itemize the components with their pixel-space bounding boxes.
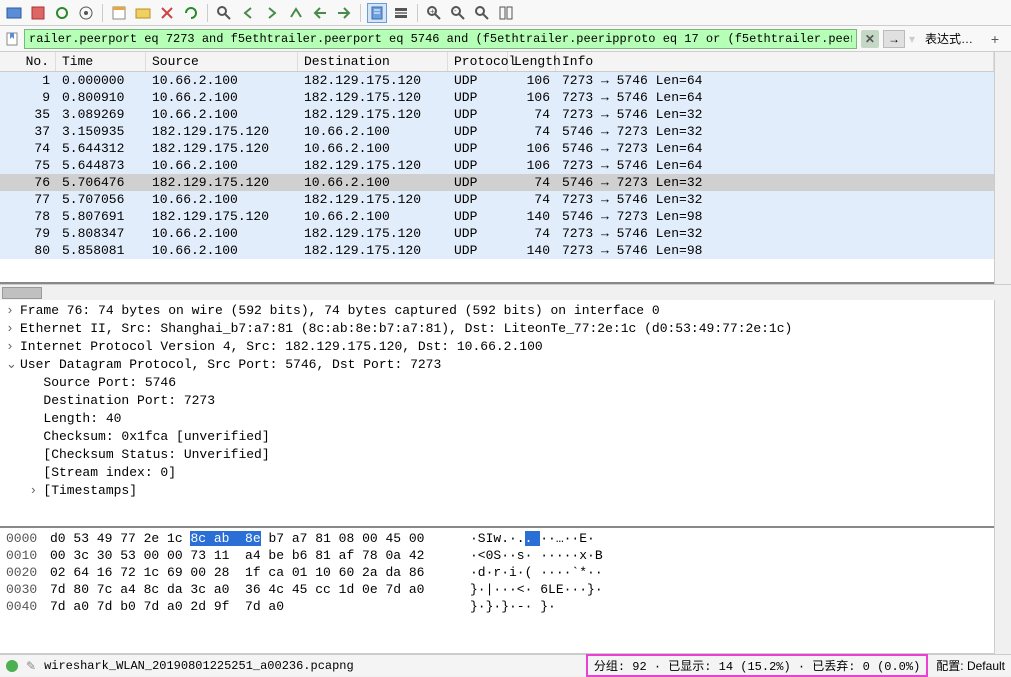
hex-row[interactable]: 002002 64 16 72 1c 69 00 28 1f ca 01 10 … — [0, 564, 994, 581]
tb-autoscroll-icon[interactable] — [367, 3, 387, 23]
tb-zoomout-icon[interactable]: - — [448, 3, 468, 23]
table-row[interactable]: 90.80091010.66.2.100182.129.175.120UDP10… — [0, 89, 994, 106]
profile-label[interactable]: 配置: Default — [936, 657, 1005, 674]
tb-options-icon[interactable] — [76, 3, 96, 23]
tb-reload-icon[interactable] — [181, 3, 201, 23]
expert-info-icon[interactable] — [6, 660, 18, 672]
col-info[interactable]: Info — [556, 52, 994, 71]
tb-goto-icon[interactable] — [286, 3, 306, 23]
tree-item[interactable]: ›Internet Protocol Version 4, Src: 182.1… — [0, 338, 994, 356]
svg-text:-: - — [454, 6, 457, 15]
filter-add-button[interactable]: + — [983, 31, 1007, 47]
tb-restart-icon[interactable] — [52, 3, 72, 23]
table-row[interactable]: 10.00000010.66.2.100182.129.175.120UDP10… — [0, 72, 994, 89]
filter-apply-icon[interactable]: → — [883, 30, 905, 48]
packet-list-hscroll[interactable] — [0, 284, 1011, 300]
tree-item[interactable]: [Checksum Status: Unverified] — [0, 446, 994, 464]
tb-colorize-icon[interactable] — [391, 3, 411, 23]
hex-row[interactable]: 00307d 80 7c a4 8c da 3c a0 36 4c 45 cc … — [0, 581, 994, 598]
tb-save-icon[interactable] — [109, 3, 129, 23]
edit-icon[interactable]: ✎ — [26, 659, 36, 673]
tree-item[interactable]: ›Frame 76: 74 bytes on wire (592 bits), … — [0, 302, 994, 320]
filter-clear-icon[interactable]: ✕ — [861, 30, 879, 48]
table-row[interactable]: 775.70705610.66.2.100182.129.175.120UDP7… — [0, 191, 994, 208]
table-row[interactable]: 353.08926910.66.2.100182.129.175.120UDP7… — [0, 106, 994, 123]
table-row[interactable]: 805.85808110.66.2.100182.129.175.120UDP1… — [0, 242, 994, 259]
tb-zoom100-icon[interactable] — [472, 3, 492, 23]
tb-prev-icon[interactable] — [238, 3, 258, 23]
bookmark-icon[interactable] — [4, 31, 20, 47]
tb-resize-icon[interactable] — [496, 3, 516, 23]
table-row[interactable]: 745.644312182.129.175.12010.66.2.100UDP1… — [0, 140, 994, 157]
tb-first-icon[interactable] — [310, 3, 330, 23]
col-src[interactable]: Source — [146, 52, 298, 71]
details-scrollbar[interactable] — [994, 300, 1011, 528]
tree-item[interactable]: ⌄User Datagram Protocol, Src Port: 5746,… — [0, 356, 994, 374]
col-proto[interactable]: Protocol — [448, 52, 508, 71]
tree-item[interactable]: Destination Port: 7273 — [0, 392, 994, 410]
packet-details-pane[interactable]: ›Frame 76: 74 bytes on wire (592 bits), … — [0, 300, 994, 528]
col-time[interactable]: Time — [56, 52, 146, 71]
table-row[interactable]: 373.150935182.129.175.12010.66.2.100UDP7… — [0, 123, 994, 140]
packet-list-pane[interactable]: No. Time Source Destination Protocol Len… — [0, 52, 994, 284]
tb-folder-icon[interactable] — [133, 3, 153, 23]
tree-item[interactable]: Length: 40 — [0, 410, 994, 428]
tree-item[interactable]: ›[Timestamps] — [0, 482, 994, 500]
table-row[interactable]: 755.64487310.66.2.100182.129.175.120UDP1… — [0, 157, 994, 174]
table-row[interactable]: 785.807691182.129.175.12010.66.2.100UDP1… — [0, 208, 994, 225]
tb-stop-icon[interactable] — [28, 3, 48, 23]
col-dst[interactable]: Destination — [298, 52, 448, 71]
packet-stats: 分组: 92 · 已显示: 14 (15.2%) · 已丢弃: 0 (0.0%) — [586, 654, 928, 677]
tb-next-icon[interactable] — [262, 3, 282, 23]
table-row[interactable]: 765.706476182.129.175.12010.66.2.100UDP7… — [0, 174, 994, 191]
packet-list-scrollbar[interactable] — [994, 52, 1011, 284]
status-bar: ✎ wireshark_WLAN_20190801225251_a00236.p… — [0, 654, 1011, 676]
filter-bar: ✕ → ▾ 表达式… + — [0, 26, 1011, 52]
packet-list-header: No. Time Source Destination Protocol Len… — [0, 52, 994, 72]
svg-text:+: + — [430, 7, 435, 16]
tb-open-icon[interactable] — [4, 3, 24, 23]
hex-scrollbar[interactable] — [994, 528, 1011, 654]
display-filter-input[interactable] — [24, 29, 857, 49]
tb-find-icon[interactable] — [214, 3, 234, 23]
tb-close-icon[interactable] — [157, 3, 177, 23]
table-row[interactable]: 795.80834710.66.2.100182.129.175.120UDP7… — [0, 225, 994, 242]
capture-file-label: wireshark_WLAN_20190801225251_a00236.pca… — [44, 659, 354, 673]
tree-item[interactable]: Checksum: 0x1fca [unverified] — [0, 428, 994, 446]
tree-item[interactable]: Source Port: 5746 — [0, 374, 994, 392]
packet-bytes-pane[interactable]: 0000d0 53 49 77 2e 1c 8c ab 8e b7 a7 81 … — [0, 528, 994, 654]
col-no[interactable]: No. — [0, 52, 56, 71]
main-toolbar: + - — [0, 0, 1011, 26]
tb-last-icon[interactable] — [334, 3, 354, 23]
hex-row[interactable]: 001000 3c 30 53 00 00 73 11 a4 be b6 81 … — [0, 547, 994, 564]
hex-row[interactable]: 0000d0 53 49 77 2e 1c 8c ab 8e b7 a7 81 … — [0, 530, 994, 547]
tree-item[interactable]: ›Ethernet II, Src: Shanghai_b7:a7:81 (8c… — [0, 320, 994, 338]
expression-button[interactable]: 表达式… — [919, 28, 979, 49]
tb-zoomin-icon[interactable]: + — [424, 3, 444, 23]
hex-row[interactable]: 00407d a0 7d b0 7d a0 2d 9f 7d a0}·}·}·-… — [0, 598, 994, 615]
tree-item[interactable]: [Stream index: 0] — [0, 464, 994, 482]
col-len[interactable]: Length — [508, 52, 556, 71]
